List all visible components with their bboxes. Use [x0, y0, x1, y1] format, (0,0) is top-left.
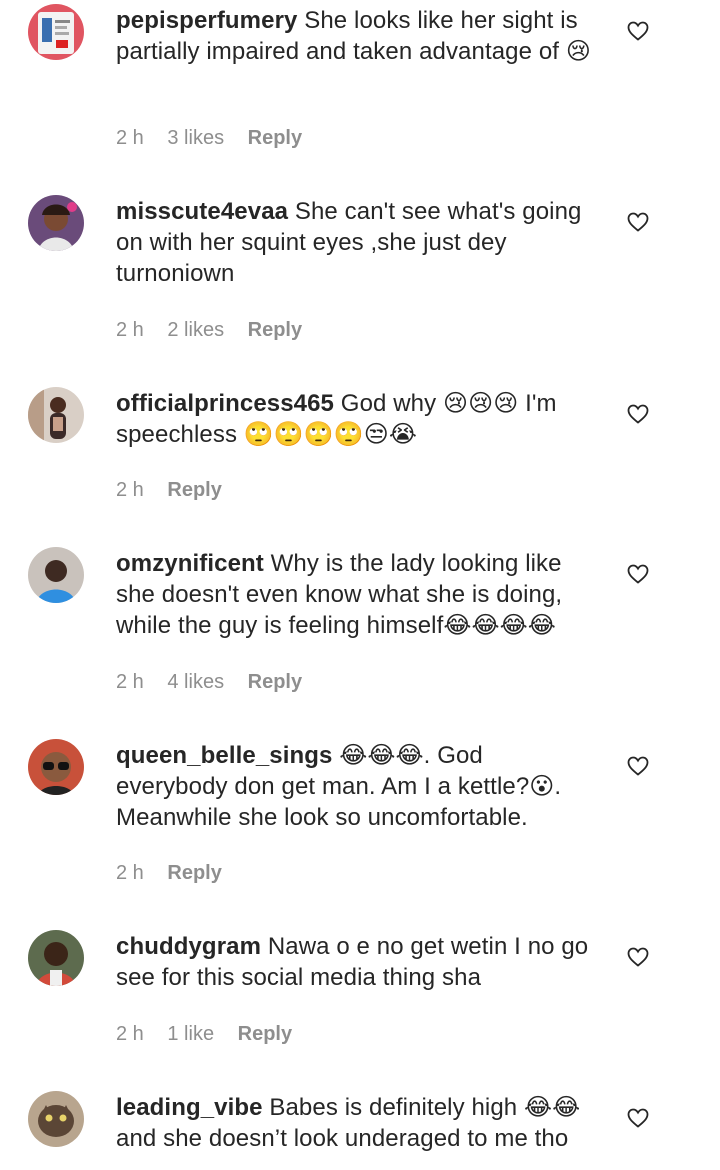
comment-text: pepisperfumery She looks like her sight … — [116, 5, 596, 67]
comment-text: queen_belle_sings 😂😂😂. God everybody don… — [116, 740, 596, 833]
comment-text: leading_vibe Babes is definitely high 😂😂… — [116, 1092, 596, 1154]
comment-time: 2 h — [116, 127, 144, 149]
avatar[interactable] — [28, 4, 84, 60]
avatar[interactable] — [28, 547, 84, 603]
heart-outline-icon[interactable] — [626, 562, 650, 586]
comment-username[interactable]: pepisperfumery — [116, 7, 297, 34]
reply-button[interactable]: Reply — [248, 671, 302, 693]
avatar[interactable] — [28, 387, 84, 443]
comment-meta: 2 h 3 likes Reply — [116, 127, 320, 150]
comment-text: misscute4evaa She can't see what's going… — [116, 196, 596, 289]
heart-outline-icon[interactable] — [626, 210, 650, 234]
comment-meta: 2 h Reply — [116, 862, 240, 885]
comment-username[interactable]: omzynificent — [116, 550, 264, 577]
comment-time: 2 h — [116, 479, 144, 501]
comment-meta: 2 h Reply — [116, 479, 240, 502]
comment-username[interactable]: officialprincess465 — [116, 390, 334, 417]
comment-likes[interactable]: 4 likes — [167, 671, 224, 693]
comment-username[interactable]: misscute4evaa — [116, 198, 288, 225]
comment-likes[interactable]: 3 likes — [167, 127, 224, 149]
heart-outline-icon[interactable] — [626, 945, 650, 969]
comment-text: officialprincess465 God why 😢😢😢 I'm spee… — [116, 388, 596, 450]
heart-outline-icon[interactable] — [626, 754, 650, 778]
reply-button[interactable]: Reply — [167, 862, 221, 884]
comment-username[interactable]: queen_belle_sings — [116, 742, 332, 769]
avatar[interactable] — [28, 1091, 84, 1147]
comment-meta: 2 h 1 like Reply — [116, 1023, 310, 1046]
comment-meta: 2 h 4 likes Reply — [116, 671, 320, 694]
avatar[interactable] — [28, 739, 84, 795]
comment-likes[interactable]: 2 likes — [167, 319, 224, 341]
comment-time: 2 h — [116, 319, 144, 341]
reply-button[interactable]: Reply — [248, 127, 302, 149]
avatar[interactable] — [28, 930, 84, 986]
heart-outline-icon[interactable] — [626, 19, 650, 43]
heart-outline-icon[interactable] — [626, 1106, 650, 1130]
reply-button[interactable]: Reply — [238, 1023, 292, 1045]
comment-text: omzynificent Why is the lady looking lik… — [116, 548, 596, 641]
avatar[interactable] — [28, 195, 84, 251]
comment-meta: 2 h 2 likes Reply — [116, 319, 320, 342]
comment-text: chuddygram Nawa o e no get wetin I no go… — [116, 931, 596, 993]
comment-time: 2 h — [116, 671, 144, 693]
comment-time: 2 h — [116, 862, 144, 884]
comment-likes[interactable]: 1 like — [167, 1023, 214, 1045]
reply-button[interactable]: Reply — [248, 319, 302, 341]
comment-username[interactable]: chuddygram — [116, 933, 261, 960]
reply-button[interactable]: Reply — [167, 479, 221, 501]
comment-username[interactable]: leading_vibe — [116, 1094, 263, 1121]
comment-time: 2 h — [116, 1023, 144, 1045]
heart-outline-icon[interactable] — [626, 402, 650, 426]
